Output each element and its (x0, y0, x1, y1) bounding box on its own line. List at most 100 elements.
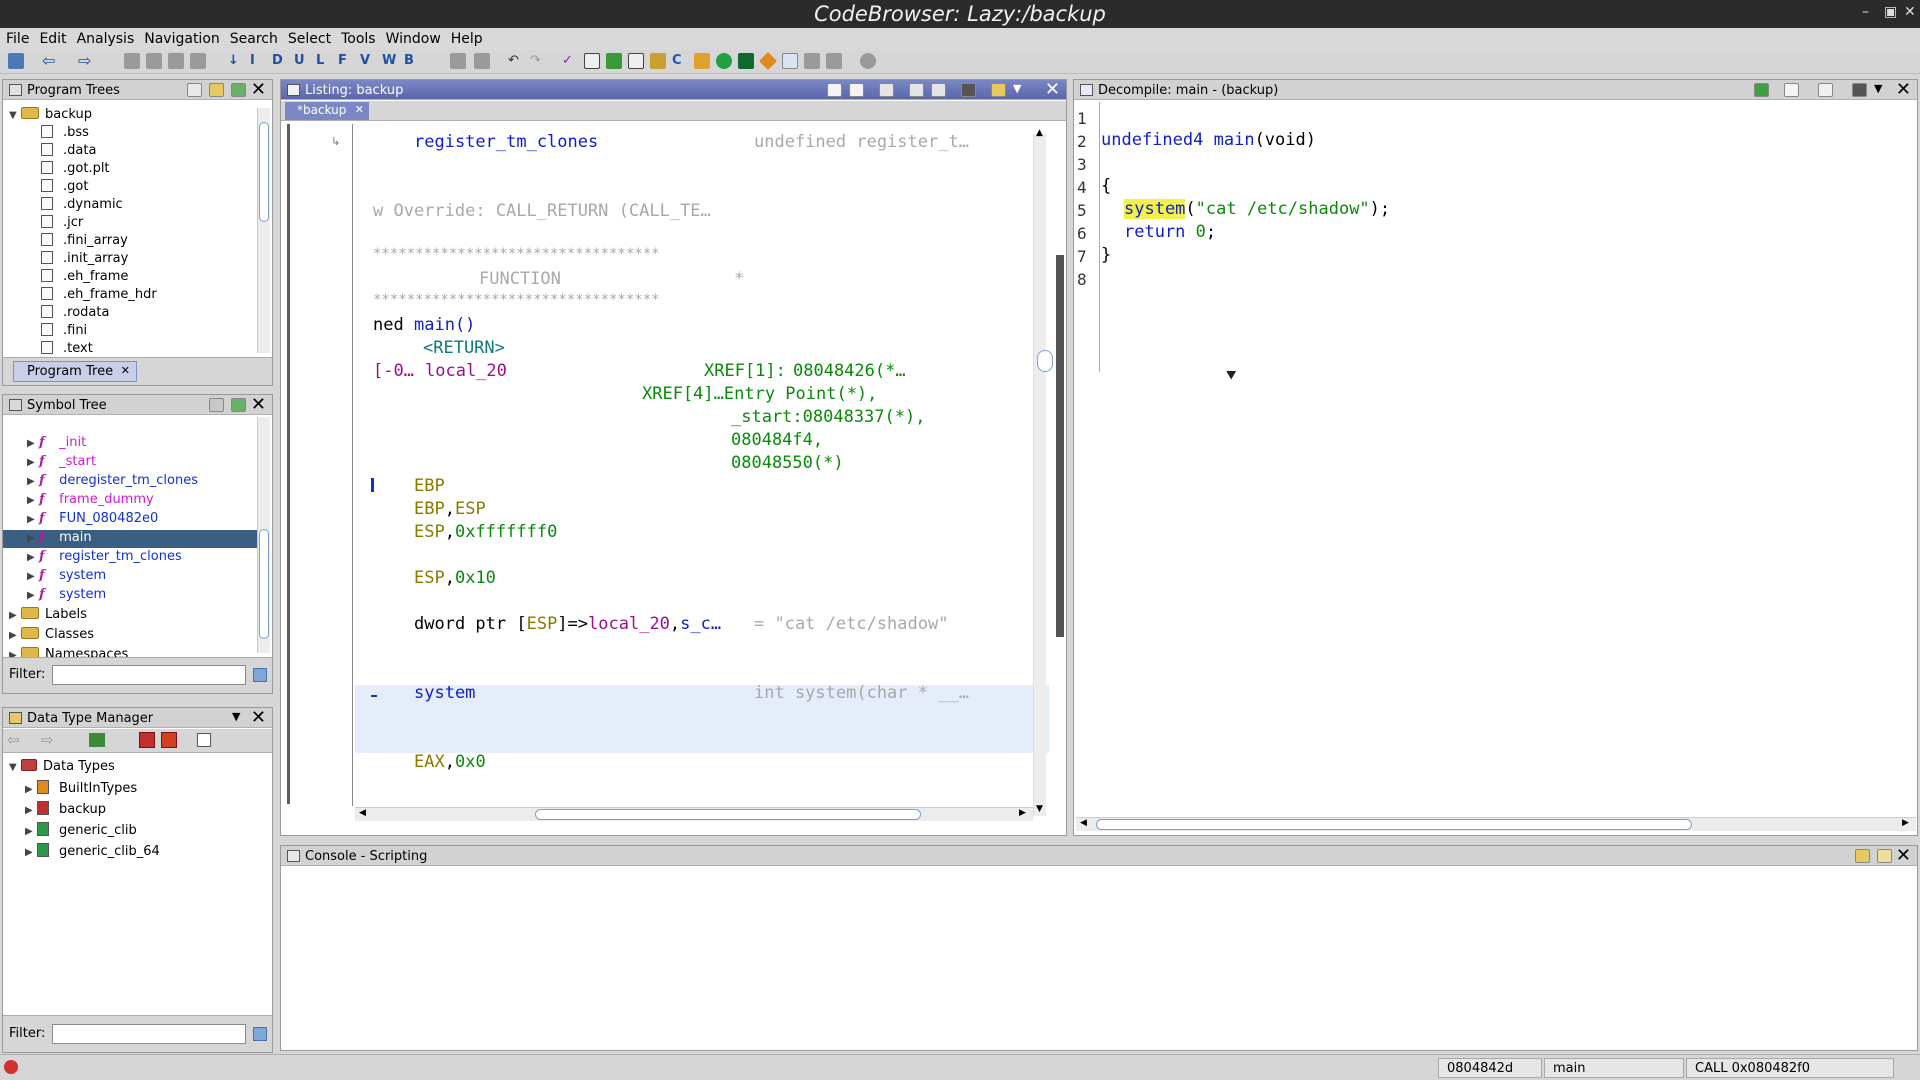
symbols-icon[interactable] (694, 53, 710, 69)
menu-edit[interactable]: Edit (33, 28, 70, 47)
paste-icon[interactable] (849, 83, 864, 97)
cursor-select-icon[interactable] (879, 83, 894, 97)
down-arrow-icon[interactable]: ↓ (228, 53, 244, 69)
l-nav-icon[interactable]: L (316, 53, 332, 69)
data-type-archive-item[interactable]: ▶ BuiltInTypes (25, 780, 137, 798)
copy-icon[interactable] (827, 83, 842, 97)
minimize-icon[interactable]: – (1862, 4, 1869, 20)
symbol-function-item[interactable]: ▶ f system (3, 587, 257, 605)
section-item[interactable]: .eh_frame_hdr (41, 287, 157, 305)
menu-analysis[interactable]: Analysis (71, 28, 139, 47)
i-nav-icon[interactable]: I (250, 53, 266, 69)
horizontal-scroll-thumb[interactable] (1096, 819, 1692, 830)
expand-toggle-icon[interactable]: ▶ (27, 495, 39, 506)
graph-icon[interactable] (606, 53, 622, 69)
listing-horizontal-scrollbar[interactable]: ◀ ▶ (355, 807, 1033, 821)
data-type-archive-item[interactable]: ▶ generic_clib (25, 822, 137, 840)
nav-undefined-icon[interactable] (168, 53, 184, 69)
forward-arrow-icon[interactable]: ⇨ (78, 53, 94, 69)
b-nav-icon[interactable]: B (404, 53, 420, 69)
listing-icon[interactable] (628, 53, 644, 69)
close-icon[interactable]: ✕ (251, 80, 266, 100)
filter-options-icon[interactable] (253, 668, 267, 682)
header-icon[interactable] (991, 83, 1006, 97)
decompile-icon[interactable]: C (672, 53, 688, 69)
expand-toggle-icon[interactable]: ▶ (25, 847, 37, 858)
filter-pointers-icon[interactable] (161, 732, 177, 748)
data-type-archive-item[interactable]: ▶ backup (25, 801, 106, 819)
close-icon[interactable]: ✕ (1045, 80, 1060, 100)
function-signature[interactable]: main() (414, 315, 475, 335)
tree-root-backup[interactable]: ▼ backup (9, 107, 92, 125)
scrollbar-thumb[interactable] (259, 122, 269, 222)
xref-address-3[interactable]: 08048550(*) (731, 453, 844, 473)
expand-toggle-icon[interactable]: ▶ (27, 571, 39, 582)
copy-icon[interactable] (474, 53, 490, 69)
label-register-tm-clones[interactable]: register_tm_clones (414, 132, 598, 152)
symbol-function-item[interactable]: ▶ f system (3, 568, 257, 586)
console-output[interactable] (281, 867, 1917, 1050)
menu-navigation[interactable]: Navigation (138, 28, 224, 47)
call-name-system[interactable]: system (1124, 199, 1186, 219)
symbol-function-item[interactable]: ▶ f FUN_080482e0 (3, 511, 257, 529)
scroll-left-icon[interactable]: ◀ (1080, 818, 1087, 828)
listing-vertical-scrollbar[interactable]: ▲ ▼ (1033, 128, 1046, 816)
section-item[interactable]: .got (41, 179, 88, 197)
symbol-folder-item[interactable]: ▶ Classes (9, 627, 94, 645)
operand-system-call[interactable]: system (414, 683, 475, 703)
close-icon[interactable]: ✕ (1904, 4, 1916, 20)
menu-search[interactable]: Search (224, 28, 282, 47)
symbol-folder-item[interactable]: ▶ Labels (9, 607, 87, 625)
nav-instruction-icon[interactable] (146, 53, 162, 69)
symbol-function-item[interactable]: ▶ f register_tm_clones (3, 549, 257, 567)
clear-console-icon[interactable] (1877, 849, 1892, 863)
close-icon[interactable]: ✕ (1896, 80, 1911, 100)
xref-start[interactable]: _start:08048337(*), (731, 407, 925, 427)
chevron-down-icon[interactable]: ▼ (1013, 82, 1021, 95)
tab-close-icon[interactable]: ✕ (355, 103, 364, 116)
section-item[interactable]: .data (41, 143, 96, 161)
menu-window[interactable]: Window (380, 28, 445, 47)
create-namespace-icon[interactable] (209, 398, 224, 412)
function-graph-icon[interactable] (650, 53, 666, 69)
copy-icon[interactable] (1784, 83, 1799, 97)
snapshot-icon[interactable] (1852, 83, 1867, 97)
refresh-tree-icon[interactable] (231, 83, 246, 97)
back-arrow-icon[interactable]: ⇦ (42, 53, 58, 69)
cut-icon[interactable] (450, 53, 466, 69)
redo-icon[interactable]: ↷ (530, 53, 546, 69)
expand-toggle-icon[interactable]: ▶ (27, 438, 39, 449)
tree-icon[interactable] (826, 53, 842, 69)
filter-arrays-icon[interactable] (139, 732, 155, 748)
refresh-icon[interactable] (1754, 83, 1769, 97)
close-icon[interactable]: ✕ (251, 708, 266, 728)
symbol-filter-input[interactable] (52, 665, 246, 685)
back-arrow-icon[interactable]: ⇦ (7, 731, 20, 749)
expand-toggle-icon[interactable]: ▶ (27, 457, 39, 468)
section-item[interactable]: .init_array (41, 251, 128, 269)
chevron-down-icon[interactable]: ▼ (232, 710, 240, 723)
menu-file[interactable]: File (0, 28, 33, 47)
scrollbar-thumb[interactable] (259, 529, 269, 639)
vertical-scrollbar[interactable] (257, 417, 270, 653)
scroll-lock-icon[interactable] (1855, 849, 1870, 863)
expand-toggle-icon[interactable]: ▶ (27, 476, 39, 487)
expand-toggle-icon[interactable]: ▶ (27, 533, 39, 544)
help-icon[interactable] (860, 53, 876, 69)
symbol-function-item[interactable]: ▶ f frame_dummy (3, 492, 257, 510)
expand-toggle-icon[interactable]: ▶ (27, 590, 39, 601)
symbol-function-item[interactable]: ▶ f deregister_tm_clones (3, 473, 257, 491)
section-item[interactable]: .dynamic (41, 197, 123, 215)
script-icon[interactable] (804, 53, 820, 69)
edit-function-signature-icon[interactable] (1818, 83, 1833, 97)
section-item[interactable]: .eh_frame (41, 269, 128, 287)
data-type-archive-item[interactable]: ▶ generic_clib_64 (25, 843, 160, 861)
symbol-function-item[interactable]: ▶ f _init (3, 435, 257, 453)
expand-toggle-icon[interactable]: ▼ (9, 110, 21, 121)
decompile-horizontal-scrollbar[interactable]: ◀ ▶ (1076, 817, 1916, 831)
xref-address[interactable]: 08048426(*… (793, 361, 906, 381)
section-item[interactable]: .fini_array (41, 233, 128, 251)
symbol-function-item[interactable]: ▶ f main (3, 530, 257, 548)
section-item[interactable]: .got.plt (41, 161, 110, 179)
xref-address-2[interactable]: 080484f4, (731, 430, 823, 450)
